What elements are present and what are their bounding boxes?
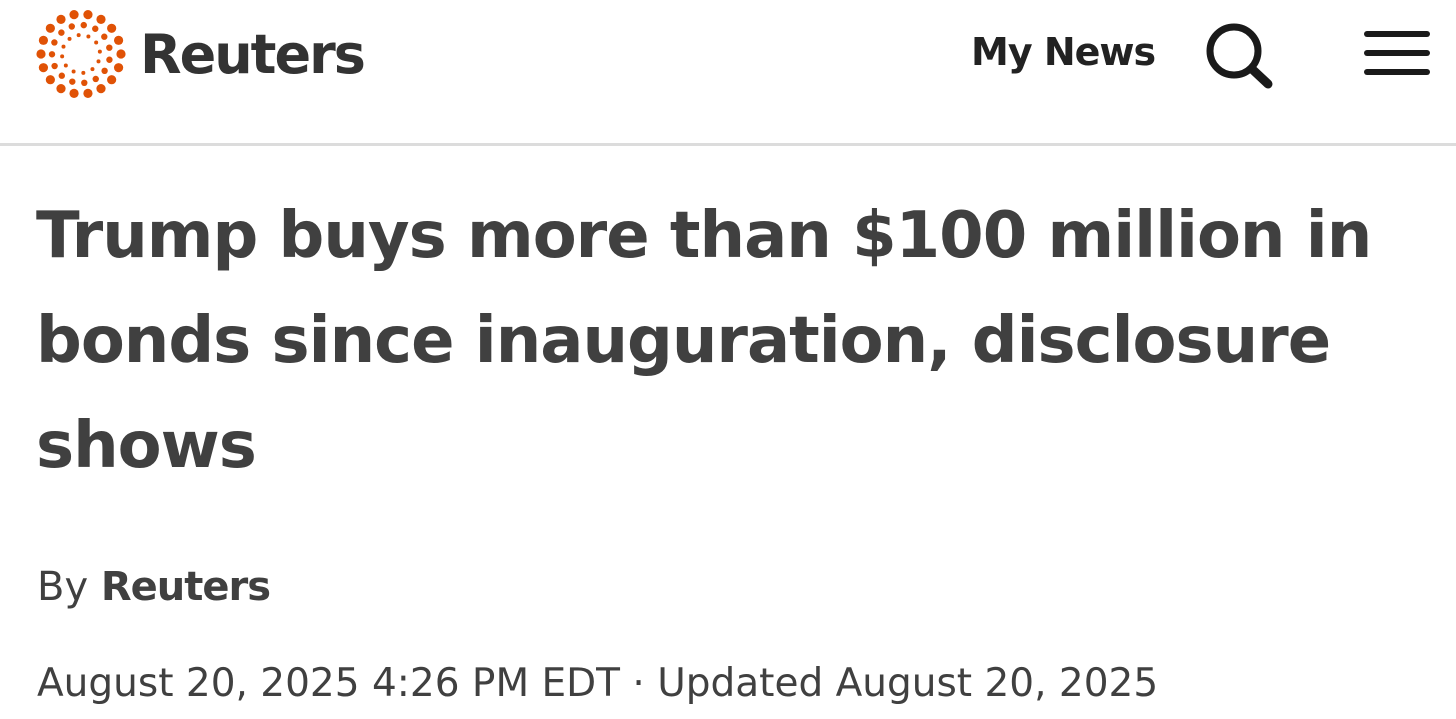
author-link[interactable]: Reuters (101, 564, 271, 610)
hamburger-menu-icon (1364, 31, 1430, 75)
logo-dot (96, 14, 106, 24)
logo-dot (51, 62, 58, 70)
search-icon (1206, 23, 1273, 89)
logo-dot (63, 63, 68, 68)
logo-dot (96, 59, 101, 64)
logo-dot (68, 23, 75, 30)
logo-dot (96, 84, 106, 94)
logo-dot (106, 56, 113, 63)
logo-dot (48, 51, 56, 58)
site-header: Reuters My News (0, 0, 1456, 146)
logo-dot (45, 75, 55, 85)
logo-dot (69, 78, 76, 85)
logo-dot (83, 10, 93, 20)
search-button[interactable] (1198, 18, 1280, 92)
updated-date: Updated August 20, 2025 (657, 661, 1159, 706)
logo-dot (113, 35, 124, 45)
logo-dot (71, 69, 76, 74)
date-separator: · (632, 661, 645, 706)
reuters-logo[interactable]: Reuters (34, 7, 366, 101)
logo-dot (101, 67, 108, 75)
logo-dot (69, 10, 79, 20)
logo-dot (38, 63, 49, 73)
logo-dot (38, 35, 49, 45)
logo-dot (69, 88, 79, 98)
logo-dot (106, 44, 113, 51)
dateline: August 20, 2025 4:26 PM EDT · Updated Au… (37, 661, 1158, 706)
logo-dot (80, 21, 87, 29)
logo-dot (92, 25, 99, 32)
logo-dot (58, 29, 65, 36)
logo-dot (92, 75, 99, 83)
menu-button[interactable] (1364, 26, 1430, 80)
logo-dot (76, 33, 81, 38)
logo-dot (107, 23, 117, 33)
logo-dot (56, 14, 66, 24)
logo-dot (60, 54, 65, 59)
logo-dot (116, 49, 126, 59)
byline: By Reuters (37, 564, 271, 610)
logo-dot (56, 84, 66, 94)
logo-dot (81, 70, 86, 75)
logo-dot (51, 39, 58, 46)
logo-dot (83, 88, 93, 98)
article-headline: Trump buys more than $100 million in bon… (36, 199, 1372, 483)
brand-name: Reuters (140, 22, 366, 86)
logo-dot (81, 79, 88, 87)
published-date: August 20, 2025 4:26 PM EDT (37, 661, 620, 706)
logo-dot (97, 49, 102, 54)
logo-dot (113, 63, 124, 73)
my-news-link[interactable]: My News (971, 30, 1156, 74)
logo-dot (67, 36, 72, 41)
logo-dot (45, 23, 55, 33)
logo-dot (107, 75, 117, 85)
logo-dot (101, 33, 108, 40)
logo-dot (58, 72, 65, 79)
byline-prefix: By (37, 564, 89, 610)
logo-dot (86, 34, 91, 39)
logo-dot (90, 67, 95, 72)
logo-dot (94, 40, 99, 45)
logo-dot (36, 49, 46, 59)
reuters-logo-icon (36, 10, 126, 98)
logo-dot (61, 44, 66, 49)
